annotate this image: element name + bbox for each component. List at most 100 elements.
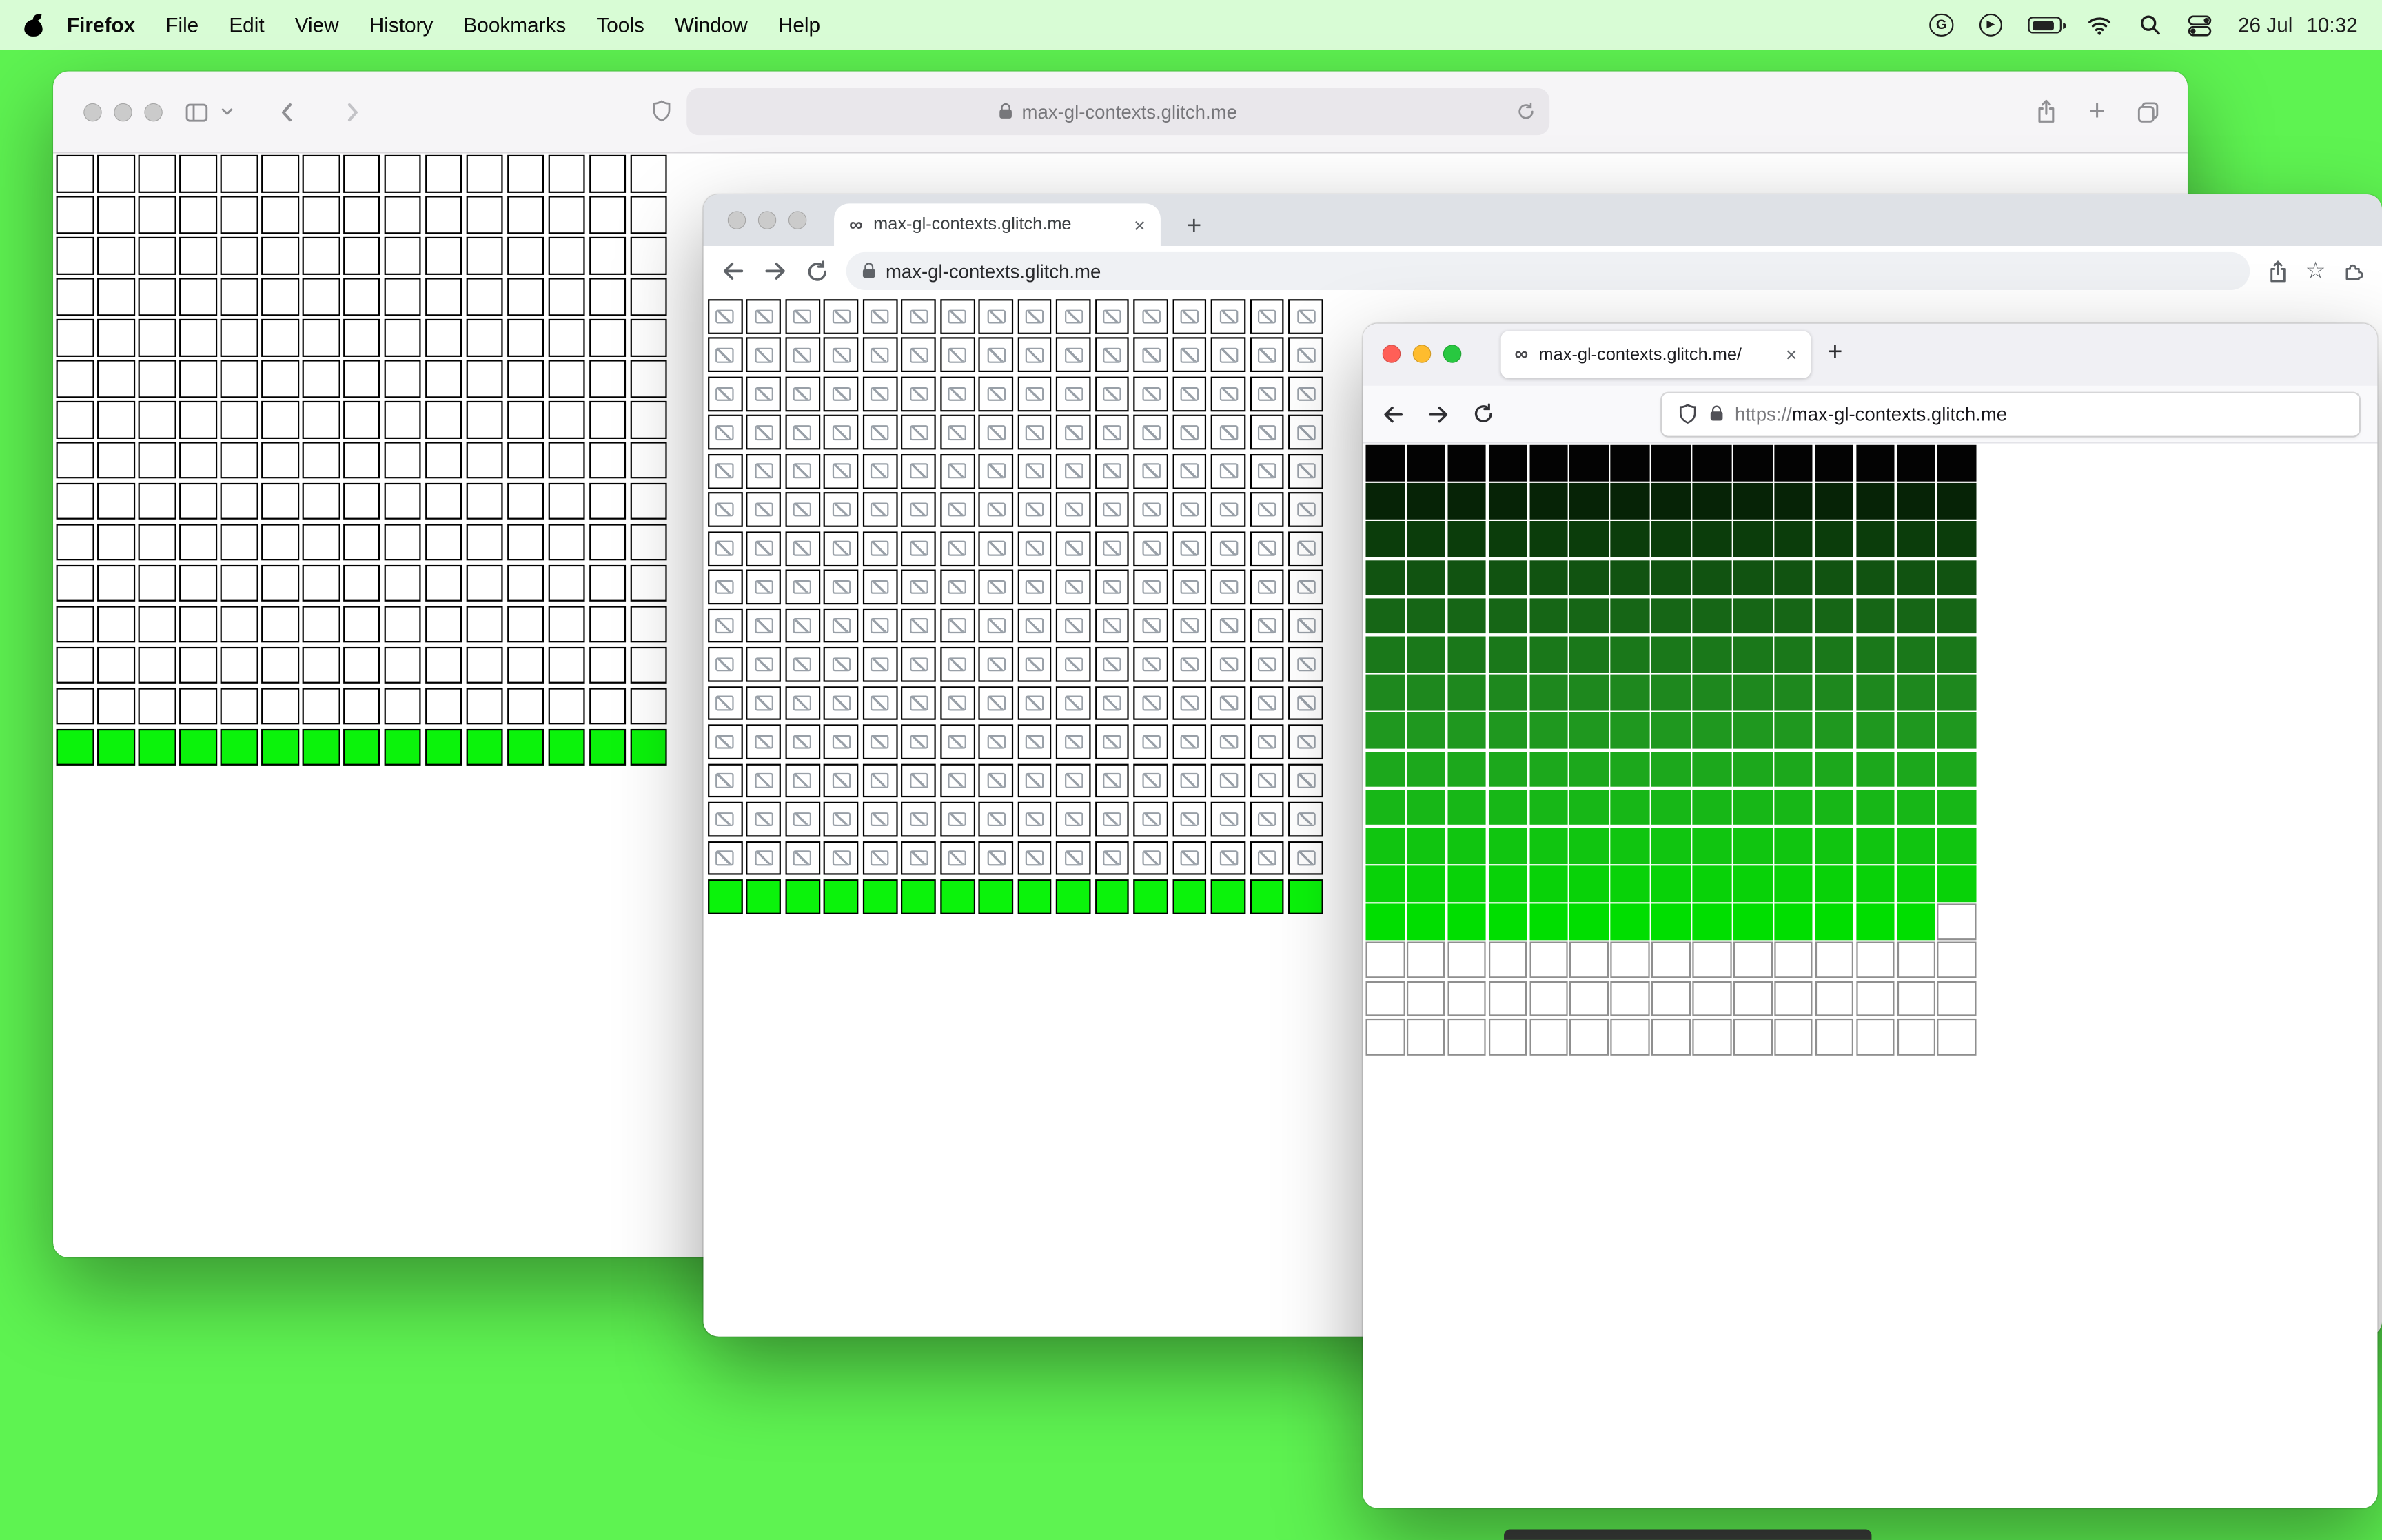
webgl-cell-broken [785,415,820,450]
tab-close-icon[interactable]: × [1786,345,1798,365]
address-bar[interactable]: max-gl-contexts.glitch.me [686,88,1550,136]
close-button[interactable] [83,103,102,122]
webgl-cell-shaded [1569,865,1609,902]
tab-overview-icon[interactable] [2136,99,2160,123]
webgl-cell-shaded [1733,674,1773,711]
reload-icon[interactable] [1516,101,1536,121]
webgl-cell-shaded [1406,444,1445,482]
broken-image-icon [909,425,928,440]
share-icon[interactable] [2266,259,2288,283]
webgl-cell-empty [1488,1018,1527,1055]
new-tab-icon[interactable]: + [1186,213,1201,238]
firefox-window[interactable]: ∞ max-gl-contexts.glitch.me/ × + https:/… [1363,323,2378,1508]
webgl-cell-broken [1211,453,1246,489]
broken-image-icon [1064,309,1083,324]
desktop[interactable]: Firefox File Edit View History Bookmarks Tool… [0,0,2382,1540]
apple-menu-icon[interactable] [24,14,43,37]
extensions-puzzle-icon[interactable] [2343,260,2365,283]
back-icon[interactable] [720,258,746,284]
menu-item-help[interactable]: Help [778,14,820,37]
sidebar-chevron-icon[interactable] [221,105,234,119]
privacy-shield-icon[interactable] [650,99,673,123]
play-circle-icon[interactable]: ▶ [1979,13,2003,37]
minimize-button[interactable] [114,103,132,122]
zoom-button[interactable] [144,103,163,122]
menu-item-window[interactable]: Window [675,14,748,37]
grammarly-icon[interactable]: G [1929,13,1953,37]
menu-item-history[interactable]: History [369,14,434,37]
webgl-cell-shaded [1733,712,1773,749]
webgl-cell-shaded [1447,597,1487,635]
tab-close-icon[interactable]: × [1134,215,1146,235]
broken-image-icon [793,347,812,362]
menu-clock[interactable]: 26 Jul 10:32 [2238,14,2358,37]
broken-image-icon [1180,579,1199,595]
back-icon[interactable] [1381,402,1405,426]
broken-image-icon [1258,851,1276,865]
broken-image-icon [948,309,967,324]
webgl-cell-blank [97,442,135,480]
battery-icon[interactable] [2028,17,2066,34]
broken-image-icon [948,425,967,440]
webgl-cell-broken [1288,725,1323,759]
webgl-cell-broken [708,338,742,373]
webgl-cell-shaded [1855,636,1895,673]
webgl-cell-empty [1937,1018,1977,1055]
menu-item-file[interactable]: File [165,14,198,37]
background-window-peek[interactable] [1504,1529,1872,1540]
webgl-cell-empty [1365,981,1405,1017]
webgl-cell-shaded [1815,559,1854,596]
chrome-active-tab[interactable]: ∞ max-gl-contexts.glitch.me × [834,203,1161,247]
webgl-cell-broken [1056,608,1091,644]
webgl-cell-broken [1211,802,1246,837]
address-bar[interactable]: https://max-gl-contexts.glitch.me [1662,392,2359,435]
minimize-button[interactable] [757,211,777,229]
webgl-cell-broken [1211,608,1246,644]
menu-item-view[interactable]: View [295,14,339,37]
webgl-cell-broken [1288,338,1323,373]
menu-item-tools[interactable]: Tools [596,14,644,37]
webgl-cell-blank [343,196,381,234]
control-center-icon[interactable] [2188,13,2212,37]
webgl-cell-blank [179,606,217,644]
tracking-shield-icon[interactable] [1677,402,1698,425]
menu-item-bookmarks[interactable]: Bookmarks [463,14,566,37]
broken-image-icon [1219,657,1238,673]
close-button[interactable] [1382,345,1401,363]
menu-item-edit[interactable]: Edit [229,14,264,37]
firefox-active-tab[interactable]: ∞ max-gl-contexts.glitch.me/ × [1500,331,1811,378]
webgl-cell-broken [824,841,859,876]
webgl-cell-broken [824,725,859,759]
zoom-button[interactable] [1443,345,1462,363]
broken-image-icon [986,464,1006,479]
webgl-cell-shaded [1937,789,1977,825]
webgl-cell-broken [824,608,859,644]
spotlight-search-icon[interactable] [2138,13,2162,37]
forward-icon[interactable] [1427,402,1451,426]
new-tab-icon[interactable]: + [1828,339,1843,365]
minimize-button[interactable] [1412,345,1432,363]
new-tab-icon[interactable]: + [2088,97,2105,126]
address-bar[interactable]: max-gl-contexts.glitch.me [846,251,2250,290]
webgl-cell-blank [220,154,258,193]
sidebar-toggle-icon[interactable] [184,99,210,123]
reload-icon[interactable] [1472,402,1495,425]
forward-icon[interactable] [340,99,365,123]
webgl-cell-blank [466,646,504,684]
webgl-cell-blank [425,154,463,193]
reload-icon[interactable] [805,259,829,283]
webgl-cell-broken [940,299,975,334]
back-icon[interactable] [275,99,299,123]
webgl-cell-blank [220,236,258,274]
webgl-cell-shaded [1569,789,1609,825]
bookmark-star-icon[interactable]: ☆ [2305,260,2326,283]
close-button[interactable] [727,211,746,229]
webgl-cell-shaded [1692,559,1731,596]
forward-icon[interactable] [762,258,788,284]
menu-app-name[interactable]: Firefox [67,14,135,37]
wifi-icon[interactable] [2088,13,2112,37]
broken-image-icon [909,618,928,633]
webgl-cell-shaded [1488,865,1527,902]
zoom-button[interactable] [788,211,807,229]
share-icon[interactable] [2034,99,2058,124]
